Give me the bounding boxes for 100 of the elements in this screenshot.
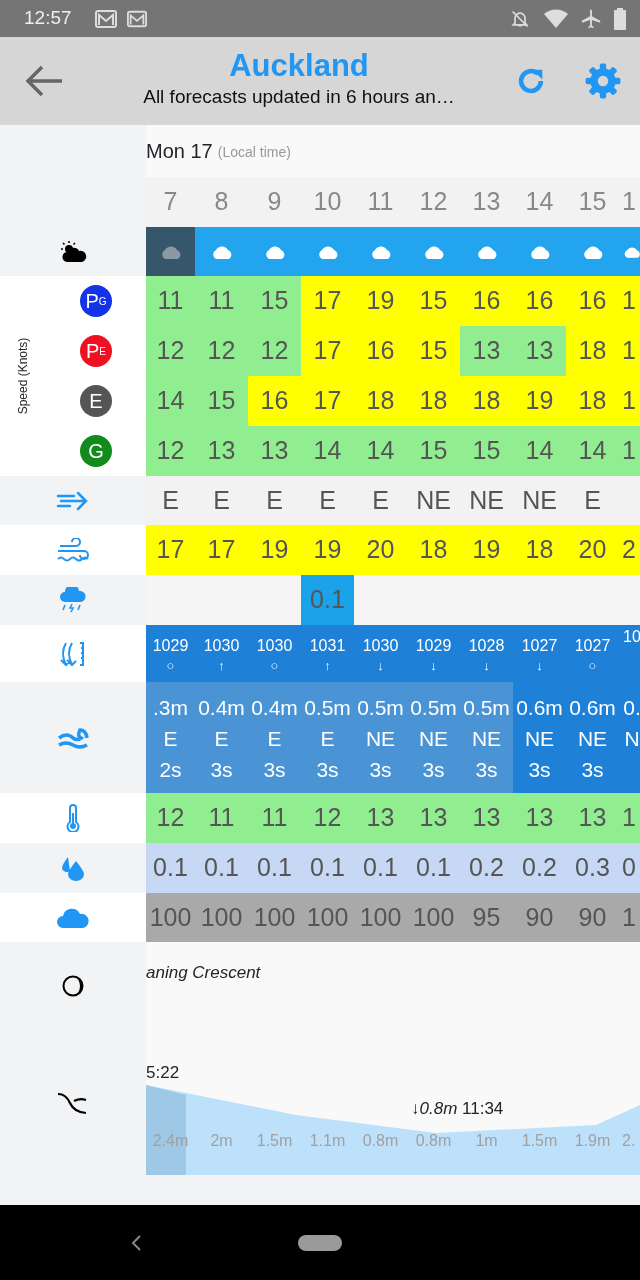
wind-direction: E	[583, 484, 602, 516]
wind-direction: E	[318, 484, 337, 516]
wind-direction: NE	[415, 484, 452, 516]
swell-period: 3s	[475, 757, 498, 783]
swell-height: 0.6m	[516, 695, 563, 721]
pressure-value: 1027	[521, 635, 558, 656]
pressure-trend: ↓	[430, 657, 437, 674]
wind-direction: E	[161, 484, 180, 516]
swell-direction: NE	[365, 726, 396, 752]
speed-cell: 15	[407, 326, 460, 376]
swell-direction: NE	[524, 726, 555, 752]
speed-cell: 18	[566, 376, 619, 426]
swell-period: 3s	[369, 757, 392, 783]
speed-cell: 12	[195, 326, 248, 376]
speed-cell: 13	[248, 426, 301, 476]
cloud-cover-cell: 100	[354, 893, 407, 942]
speed-cell: 16	[354, 326, 407, 376]
swell-period: 3s	[528, 757, 551, 783]
speed-cell: 16	[513, 276, 566, 326]
gust-cell: 19	[301, 525, 354, 575]
pressure-trend: ↓	[483, 657, 490, 674]
speed-cell: 18	[407, 376, 460, 426]
speed-cell: 14	[354, 426, 407, 476]
gust-cell: 19	[460, 525, 513, 575]
speed-cell: 15	[407, 276, 460, 326]
wind-direction: NE	[521, 484, 558, 516]
gust-cell: 18	[513, 525, 566, 575]
speed-cell: 15	[248, 276, 301, 326]
temperature-cell: 11	[248, 793, 301, 843]
speed-cell: 13	[460, 326, 513, 376]
swell-height: 0.	[623, 695, 640, 721]
precipitation-cell: 0.1	[301, 843, 354, 893]
hour-label: 15	[577, 186, 608, 218]
pressure-trend: ↓	[377, 657, 384, 674]
pressure-value: 1028	[468, 635, 505, 656]
swell-direction: N	[624, 726, 640, 752]
tide-height: 1m	[474, 1131, 499, 1151]
cloud-cover-cell: 100	[301, 893, 354, 942]
swell-height: 0.5m	[357, 695, 404, 721]
rain-cell: 0.1	[301, 575, 354, 625]
cloud-cover-cell: 100	[195, 893, 248, 942]
speed-cell: 19	[513, 376, 566, 426]
speed-cell: 15	[407, 426, 460, 476]
model-badge: E	[80, 385, 112, 417]
hour-label: 12	[418, 186, 449, 218]
precipitation-cell: 0.1	[248, 843, 301, 893]
hour-label: 7	[162, 186, 179, 218]
hour-label: 14	[524, 186, 555, 218]
cloud-cover-cell: 100	[146, 893, 195, 942]
tide-low-label: ↓0.8m 11:34	[411, 1097, 504, 1120]
swell-direction: E	[267, 726, 282, 752]
swell-height: .3m	[153, 695, 188, 721]
swell-period: 2s	[159, 757, 182, 783]
pressure-value: 10	[623, 627, 640, 647]
pressure-trend: ↑	[218, 657, 225, 674]
date-label: Mon 17	[146, 139, 213, 164]
precipitation-cell: 0	[619, 843, 640, 893]
gust-cell: 17	[146, 525, 195, 575]
hour-label: 10	[312, 186, 343, 218]
swell-direction: NE	[471, 726, 502, 752]
speed-cell: 15	[460, 426, 513, 476]
cloud-cover-cell: 90	[566, 893, 619, 942]
gust-cell: 2	[619, 525, 640, 575]
pressure-trend: ↑	[324, 657, 331, 674]
location-title: Auckland	[228, 50, 370, 83]
hour-label: 8	[213, 186, 230, 218]
tide-height: 1.1m	[308, 1131, 347, 1151]
swell-height: 0.5m	[463, 695, 510, 721]
wind-direction: E	[212, 484, 231, 516]
pressure-value: 1030	[256, 635, 293, 656]
wind-direction: E	[265, 484, 284, 516]
tide-height: 0.8m	[361, 1131, 400, 1151]
swell-height: 0.4m	[251, 695, 298, 721]
speed-cell: 13	[513, 326, 566, 376]
temperature-cell: 13	[407, 793, 460, 843]
pressure-trend: ○	[166, 657, 175, 674]
update-status: All forecasts updated in 6 hours an…	[142, 85, 456, 109]
tide-height: 0.8m	[414, 1131, 453, 1151]
speed-cell: 17	[301, 376, 354, 426]
speed-cell: 16	[248, 376, 301, 426]
temperature-cell: 11	[195, 793, 248, 843]
speed-cell: 18	[354, 376, 407, 426]
swell-height: 0.6m	[569, 695, 616, 721]
pressure-value: 1030	[203, 635, 240, 656]
status-time: 12:57	[24, 6, 72, 31]
speed-cell: 16	[566, 276, 619, 326]
pressure-value: 1030	[362, 635, 399, 656]
speed-cell: 14	[146, 376, 195, 426]
speed-cell: 11	[146, 276, 195, 326]
speed-cell: 14	[301, 426, 354, 476]
hour-label: 13	[471, 186, 502, 218]
gust-cell: 18	[407, 525, 460, 575]
temperature-cell: 13	[566, 793, 619, 843]
swell-period: 3s	[316, 757, 339, 783]
pressure-value: 1029	[415, 635, 452, 656]
temperature-cell: 12	[146, 793, 195, 843]
speed-cell: 18	[566, 326, 619, 376]
pressure-trend: ↓	[536, 657, 543, 674]
speed-cell: 15	[195, 376, 248, 426]
swell-direction: NE	[577, 726, 608, 752]
